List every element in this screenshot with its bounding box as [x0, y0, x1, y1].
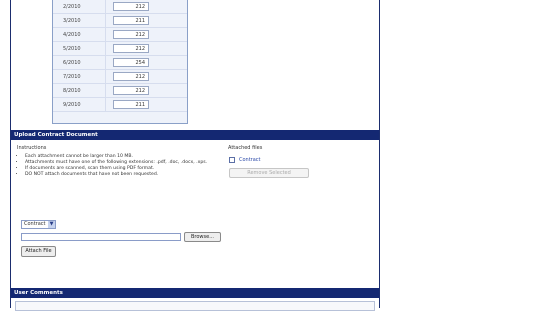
row-value-input[interactable]: 212: [113, 72, 149, 81]
row-date: 9/2010: [63, 102, 81, 108]
browse-button[interactable]: Browse...: [184, 232, 221, 242]
column-divider: [105, 0, 106, 14]
row-date: 5/2010: [63, 46, 81, 52]
row-value-input[interactable]: 212: [113, 86, 149, 95]
column-divider: [105, 14, 106, 28]
table-row: 3/2010 211: [53, 14, 187, 28]
instruction-item: DO NOT attach documents that have not be…: [25, 172, 215, 178]
instructions-label: Instructions: [17, 145, 47, 151]
column-divider: [105, 70, 106, 84]
row-date: 3/2010: [63, 18, 81, 24]
attached-files-label: Attached files: [228, 145, 263, 151]
column-divider: [105, 56, 106, 70]
attached-file-checkbox[interactable]: [229, 157, 235, 163]
row-value-input[interactable]: 211: [113, 16, 149, 25]
table-row: 9/2010 211: [53, 98, 187, 112]
row-date: 2/2010: [63, 4, 81, 10]
column-divider: [105, 28, 106, 42]
document-type-select[interactable]: Contract ▼: [21, 220, 56, 229]
table-row: 7/2010 212: [53, 70, 187, 84]
document-type-value: Contract: [24, 221, 46, 227]
upload-section-header: Upload Contract Document: [11, 130, 379, 140]
table-row: 6/2010 254: [53, 56, 187, 70]
table-row: 5/2010 212: [53, 42, 187, 56]
form-panel: 2/2010 212 3/2010 211 4/2010 212 5/2010 …: [10, 0, 380, 311]
table-row: 2/2010 212: [53, 0, 187, 14]
row-date: 7/2010: [63, 74, 81, 80]
attach-file-button[interactable]: Attach File: [21, 246, 56, 257]
instructions-list: Each attachment cannot be larger than 10…: [17, 154, 215, 178]
file-path-input[interactable]: [21, 233, 181, 241]
user-comments-textarea[interactable]: [15, 301, 375, 311]
row-value-input[interactable]: 212: [113, 2, 149, 11]
table-row: 8/2010 212: [53, 84, 187, 98]
row-value-input[interactable]: 211: [113, 100, 149, 109]
column-divider: [105, 98, 106, 112]
chevron-down-icon[interactable]: ▼: [48, 221, 55, 228]
row-value-input[interactable]: 254: [113, 58, 149, 67]
monthly-values-table: 2/2010 212 3/2010 211 4/2010 212 5/2010 …: [52, 0, 188, 124]
row-date: 4/2010: [63, 32, 81, 38]
column-divider: [105, 84, 106, 98]
row-date: 8/2010: [63, 88, 81, 94]
remove-selected-button[interactable]: Remove Selected: [229, 168, 309, 178]
attached-file-link[interactable]: Contract: [239, 157, 261, 163]
row-value-input[interactable]: 212: [113, 30, 149, 39]
row-date: 6/2010: [63, 60, 81, 66]
table-row: 4/2010 212: [53, 28, 187, 42]
column-divider: [105, 42, 106, 56]
user-comments-header: User Comments: [11, 288, 379, 298]
row-value-input[interactable]: 212: [113, 44, 149, 53]
